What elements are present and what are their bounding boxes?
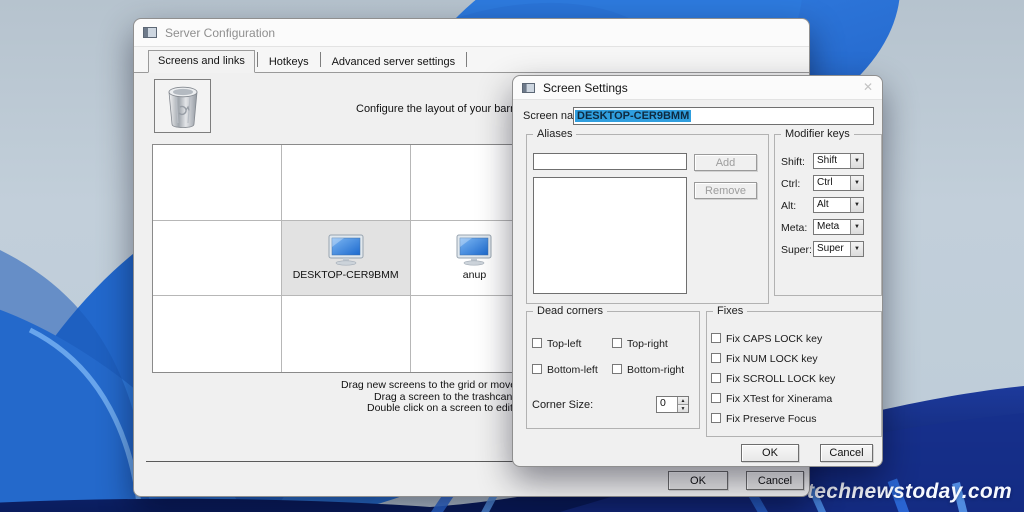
fix-preserve-focus-label: Fix Preserve Focus xyxy=(726,413,817,425)
bottom-left-checkbox[interactable] xyxy=(532,364,542,374)
trashcan-icon xyxy=(168,86,197,128)
spinner-buttons[interactable]: ▲ ▼ xyxy=(677,397,688,412)
dialog-ok-button[interactable]: OK xyxy=(741,444,799,462)
shift-label: Shift: xyxy=(781,156,805,168)
meta-dropdown[interactable]: Meta ▼ xyxy=(813,219,864,235)
screen-settings-dialog: Screen Settings ✕ Screen name: DESKTOP-C… xyxy=(512,75,883,467)
screen-name-label: anup xyxy=(462,269,487,282)
screen-item-desktop-cer9bmm[interactable]: DESKTOP-CER9BMM xyxy=(293,234,399,281)
bottom-left-label: Bottom-left xyxy=(547,364,598,376)
chevron-down-icon[interactable]: ▼ xyxy=(850,154,863,168)
chevron-down-icon[interactable]: ▼ xyxy=(850,176,863,190)
top-right-checkbox[interactable] xyxy=(612,338,622,348)
super-label: Super: xyxy=(781,244,812,256)
grid-cell-server-screen[interactable]: DESKTOP-CER9BMM xyxy=(281,220,411,297)
alias-remove-button[interactable]: Remove xyxy=(694,182,757,199)
fix-caps-lock-label: Fix CAPS LOCK key xyxy=(726,333,823,345)
alias-input[interactable] xyxy=(533,153,687,170)
meta-value: Meta xyxy=(817,221,840,232)
desktop: technewstoday.com Server Configuration S… xyxy=(0,0,1024,512)
grid-cell[interactable] xyxy=(153,296,282,372)
fix-caps-lock-checkbox[interactable] xyxy=(711,333,721,343)
modifier-keys-legend: Modifier keys xyxy=(781,128,854,141)
fix-num-lock-label: Fix NUM LOCK key xyxy=(726,353,818,365)
grid-cell[interactable] xyxy=(153,145,282,221)
fixes-legend: Fixes xyxy=(713,305,748,318)
bottom-right-label: Bottom-right xyxy=(627,364,685,376)
dialog-cancel-button[interactable]: Cancel xyxy=(820,444,873,462)
alias-add-button[interactable]: Add xyxy=(694,154,757,171)
fix-xtest-label: Fix XTest for Xinerama xyxy=(726,393,833,405)
server-window-titlebar[interactable]: Server Configuration xyxy=(134,19,809,47)
top-left-label: Top-left xyxy=(547,338,582,350)
grid-cell[interactable] xyxy=(153,220,282,297)
screen-name-input[interactable]: DESKTOP-CER9BMM xyxy=(573,107,874,125)
shift-value: Shift xyxy=(817,155,838,166)
instruction-line-3: Double click on a screen to edit xyxy=(367,402,513,414)
chevron-down-icon[interactable]: ▼ xyxy=(850,242,863,256)
tab-separator xyxy=(256,52,258,67)
shift-dropdown[interactable]: Shift ▼ xyxy=(813,153,864,169)
meta-label: Meta: xyxy=(781,222,808,234)
dialog-title: Screen Settings xyxy=(543,80,628,95)
screen-name-label: DESKTOP-CER9BMM xyxy=(292,269,399,282)
corner-size-value: 0 xyxy=(660,397,666,409)
alt-dropdown[interactable]: Alt ▼ xyxy=(813,197,864,213)
app-icon xyxy=(143,27,157,38)
tab-separator xyxy=(319,52,321,67)
ctrl-label: Ctrl: xyxy=(781,178,801,190)
alt-label: Alt: xyxy=(781,200,797,212)
monitor-icon xyxy=(456,234,492,266)
alt-value: Alt xyxy=(817,199,829,210)
grid-cell[interactable] xyxy=(282,296,411,372)
dialog-titlebar[interactable]: Screen Settings xyxy=(513,76,882,100)
server-cancel-button[interactable]: Cancel xyxy=(746,471,804,490)
close-icon[interactable]: ✕ xyxy=(863,81,873,93)
super-dropdown[interactable]: Super ▼ xyxy=(813,241,864,257)
monitor-icon xyxy=(328,234,364,266)
tab-screens-and-links[interactable]: Screens and links xyxy=(148,50,255,73)
selected-text: DESKTOP-CER9BMM xyxy=(575,110,692,122)
dialog-icon xyxy=(522,82,535,93)
fix-scroll-lock-checkbox[interactable] xyxy=(711,373,721,383)
ctrl-dropdown[interactable]: Ctrl ▼ xyxy=(813,175,864,191)
tab-advanced-server-settings[interactable]: Advanced server settings xyxy=(323,52,465,73)
grid-cell[interactable] xyxy=(281,145,411,221)
spin-up-icon[interactable]: ▲ xyxy=(678,397,688,405)
alias-listbox[interactable] xyxy=(533,177,687,294)
aliases-legend: Aliases xyxy=(533,128,577,141)
server-ok-button[interactable]: OK xyxy=(668,471,728,490)
fix-xtest-checkbox[interactable] xyxy=(711,393,721,403)
dead-corners-legend: Dead corners xyxy=(533,305,608,318)
tab-separator xyxy=(466,52,468,67)
fix-scroll-lock-label: Fix SCROLL LOCK key xyxy=(726,373,836,385)
super-value: Super xyxy=(817,243,844,254)
watermark-text: technewstoday.com xyxy=(806,480,1012,503)
fix-preserve-focus-checkbox[interactable] xyxy=(711,413,721,423)
ctrl-value: Ctrl xyxy=(817,177,833,188)
top-left-checkbox[interactable] xyxy=(532,338,542,348)
bottom-right-checkbox[interactable] xyxy=(612,364,622,374)
spin-down-icon[interactable]: ▼ xyxy=(678,405,688,412)
tab-bar: Screens and links Hotkeys Advanced serve… xyxy=(134,47,809,73)
top-right-label: Top-right xyxy=(627,338,668,350)
chevron-down-icon[interactable]: ▼ xyxy=(850,198,863,212)
fix-num-lock-checkbox[interactable] xyxy=(711,353,721,363)
trashcan-drop-target[interactable] xyxy=(154,79,211,133)
instruction-line-1: Drag new screens to the grid or move ex xyxy=(341,379,531,391)
chevron-down-icon[interactable]: ▼ xyxy=(850,220,863,234)
screen-item-anup[interactable]: anup xyxy=(456,234,492,281)
tab-hotkeys[interactable]: Hotkeys xyxy=(260,52,318,73)
window-title: Server Configuration xyxy=(165,25,276,40)
corner-size-label: Corner Size: xyxy=(532,399,594,411)
corner-size-spinner[interactable]: 0 ▲ ▼ xyxy=(656,396,689,413)
